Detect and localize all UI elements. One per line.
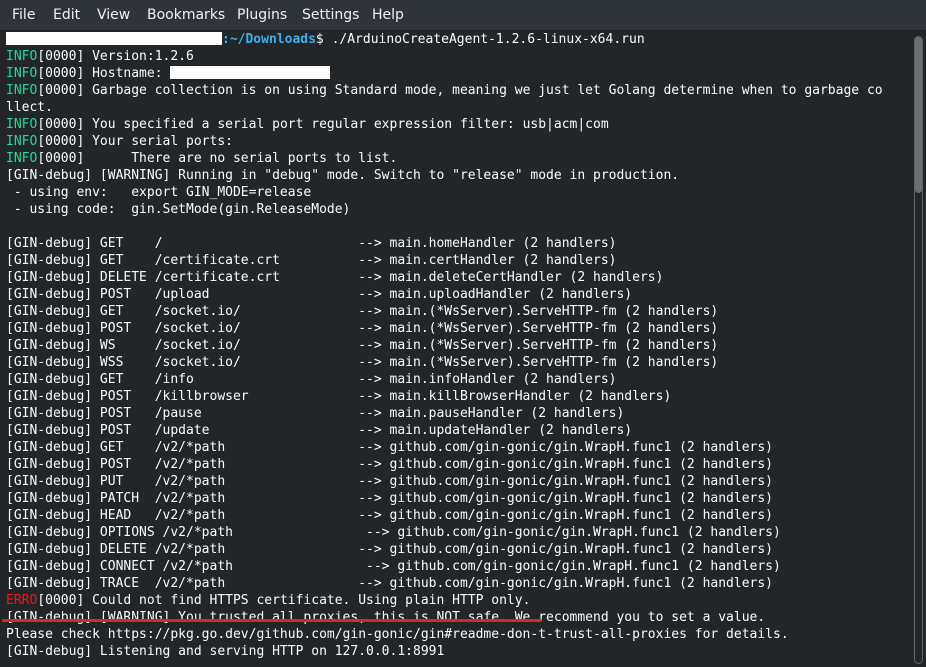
log-text: [GIN-debug] POST /v2/*path --> github.co… xyxy=(6,457,774,472)
log-text: - using env: export GIN_MODE=release xyxy=(6,185,312,200)
log-line: [GIN-debug] GET /socket.io/ --> main.(*W… xyxy=(6,303,718,320)
log-text: [0000] Hostname: xyxy=(37,66,171,81)
log-text: [0000] You specified a serial port regul… xyxy=(37,117,609,132)
log-text: [GIN-debug] POST /pause --> main.pauseHa… xyxy=(6,406,625,421)
log-text: [GIN-debug] GET /socket.io/ --> main.(*W… xyxy=(6,304,719,319)
info-tag: INFO xyxy=(6,49,38,64)
log-text: [GIN-debug] OPTIONS /v2/*path --> github… xyxy=(6,525,781,540)
log-text: [GIN-debug] [WARNING] You trusted all pr… xyxy=(6,610,766,625)
log-text: [GIN-debug] WS /socket.io/ --> main.(*Ws… xyxy=(6,338,719,353)
menu-plugins[interactable]: Plugins xyxy=(237,0,287,31)
log-text: [GIN-debug] POST /socket.io/ --> main.(*… xyxy=(6,321,719,336)
log-text: [GIN-debug] GET /certificate.crt --> mai… xyxy=(6,253,617,268)
log-line: [GIN-debug] POST /v2/*path --> github.co… xyxy=(6,456,773,473)
log-line: Please check https://pkg.go.dev/github.c… xyxy=(6,626,789,643)
info-tag: INFO xyxy=(6,117,38,132)
log-line: [GIN-debug] [WARNING] Running in "debug"… xyxy=(6,167,679,184)
log-text: [0000] There are no serial ports to list… xyxy=(37,151,398,166)
log-line: [GIN-debug] POST /upload --> main.upload… xyxy=(6,286,632,303)
log-text: [GIN-debug] POST /upload --> main.upload… xyxy=(6,287,633,302)
log-line: [GIN-debug] HEAD /v2/*path --> github.co… xyxy=(6,507,773,524)
log-line: [GIN-debug] WS /socket.io/ --> main.(*Ws… xyxy=(6,337,718,354)
log-line: [GIN-debug] GET /info --> main.infoHandl… xyxy=(6,371,616,388)
prompt-line: :~/Downloads$ ./ArduinoCreateAgent-1.2.6… xyxy=(6,31,645,48)
log-text: [GIN-debug] TRACE /v2/*path --> github.c… xyxy=(6,576,774,591)
log-line: [GIN-debug] GET /v2/*path --> github.com… xyxy=(6,439,773,456)
prompt-command: ./ArduinoCreateAgent-1.2.6-linux-x64.run xyxy=(323,32,645,47)
info-tag: INFO xyxy=(6,151,38,166)
log-line: - using code: gin.SetMode(gin.ReleaseMod… xyxy=(6,201,351,218)
menu-edit[interactable]: Edit xyxy=(53,0,80,31)
log-text: [GIN-debug] PATCH /v2/*path --> github.c… xyxy=(6,491,774,506)
log-line: INFO[0000] Garbage collection is on usin… xyxy=(6,82,883,99)
scrollbar-thumb[interactable] xyxy=(915,37,922,193)
log-text: [GIN-debug] GET /v2/*path --> github.com… xyxy=(6,440,774,455)
log-text: [GIN-debug] DELETE /v2/*path --> github.… xyxy=(6,542,774,557)
log-line: [GIN-debug] Listening and serving HTTP o… xyxy=(6,643,444,660)
log-text: - using code: gin.SetMode(gin.ReleaseMod… xyxy=(6,202,351,217)
log-line: [GIN-debug] DELETE /certificate.crt --> … xyxy=(6,269,663,286)
log-text: [0000] Garbage collection is on using St… xyxy=(37,83,883,98)
log-line: [GIN-debug] OPTIONS /v2/*path --> github… xyxy=(6,524,781,541)
log-line: INFO[0000] Version:1.2.6 xyxy=(6,48,194,65)
log-line: - using env: export GIN_MODE=release xyxy=(6,184,311,201)
log-text: llect. xyxy=(6,100,53,115)
log-text: [GIN-debug] GET / --> main.homeHandler (… xyxy=(6,236,617,251)
log-line: INFO[0000] There are no serial ports to … xyxy=(6,150,397,167)
log-line: [GIN-debug] POST /pause --> main.pauseHa… xyxy=(6,405,624,422)
log-text: [GIN-debug] POST /killbrowser --> main.k… xyxy=(6,389,672,404)
log-line: INFO[0000] Your serial ports: xyxy=(6,133,233,150)
menu-settings[interactable]: Settings xyxy=(302,0,359,31)
log-text: [GIN-debug] POST /update --> main.update… xyxy=(6,423,633,438)
log-text: [0000] Version:1.2.6 xyxy=(37,49,194,64)
log-text: [GIN-debug] WSS /socket.io/ --> main.(*W… xyxy=(6,355,719,370)
log-line: llect. xyxy=(6,99,53,116)
log-line: [GIN-debug] WSS /socket.io/ --> main.(*W… xyxy=(6,354,718,371)
log-text: [GIN-debug] [WARNING] Running in "debug"… xyxy=(6,168,680,183)
log-line: [GIN-debug] DELETE /v2/*path --> github.… xyxy=(6,541,773,558)
log-line: [GIN-debug] CONNECT /v2/*path --> github… xyxy=(6,558,781,575)
log-text: [GIN-debug] PUT /v2/*path --> github.com… xyxy=(6,474,774,489)
menu-bar: File Edit View Bookmarks Plugins Setting… xyxy=(0,0,926,31)
info-tag: INFO xyxy=(6,66,38,81)
log-line: [GIN-debug] GET /certificate.crt --> mai… xyxy=(6,252,616,269)
prompt-path: :~/Downloads xyxy=(222,32,316,47)
menu-help[interactable]: Help xyxy=(372,0,404,31)
prompt-symbol: $ xyxy=(315,32,324,47)
error-log-line: ERRO[0000] Could not find HTTPS certific… xyxy=(6,592,530,609)
log-line: [GIN-debug] [WARNING] You trusted all pr… xyxy=(6,609,765,626)
log-line: [GIN-debug] PUT /v2/*path --> github.com… xyxy=(6,473,773,490)
error-highlight-underline xyxy=(2,619,542,622)
error-tag: ERRO xyxy=(6,593,38,608)
log-text: [GIN-debug] Listening and serving HTTP o… xyxy=(6,644,445,659)
log-line: [GIN-debug] TRACE /v2/*path --> github.c… xyxy=(6,575,773,592)
log-text: [GIN-debug] DELETE /certificate.crt --> … xyxy=(6,270,664,285)
terminal-output[interactable]: :~/Downloads$ ./ArduinoCreateAgent-1.2.6… xyxy=(0,31,912,667)
log-line: [GIN-debug] POST /update --> main.update… xyxy=(6,422,632,439)
log-line: INFO[0000] Hostname: xyxy=(6,65,331,82)
log-line: [GIN-debug] POST /killbrowser --> main.k… xyxy=(6,388,671,405)
log-text: Please check https://pkg.go.dev/github.c… xyxy=(6,627,789,642)
info-tag: INFO xyxy=(6,83,38,98)
info-tag: INFO xyxy=(6,134,38,149)
log-text: [0000] Your serial ports: xyxy=(37,134,233,149)
log-line: [GIN-debug] GET / --> main.homeHandler (… xyxy=(6,235,616,252)
log-line: [GIN-debug] PATCH /v2/*path --> github.c… xyxy=(6,490,773,507)
menu-file[interactable]: File xyxy=(12,0,35,31)
menu-view[interactable]: View xyxy=(97,0,130,31)
redacted-hostname xyxy=(170,66,331,79)
log-text: [0000] Could not find HTTPS certificate.… xyxy=(37,593,531,608)
log-line: [GIN-debug] POST /socket.io/ --> main.(*… xyxy=(6,320,718,337)
log-text: [GIN-debug] CONNECT /v2/*path --> github… xyxy=(6,559,781,574)
menu-bookmarks[interactable]: Bookmarks xyxy=(147,0,225,31)
log-text: [GIN-debug] HEAD /v2/*path --> github.co… xyxy=(6,508,774,523)
log-text: [GIN-debug] GET /info --> main.infoHandl… xyxy=(6,372,617,387)
redacted-username xyxy=(6,32,222,45)
log-line: INFO[0000] You specified a serial port r… xyxy=(6,116,609,133)
